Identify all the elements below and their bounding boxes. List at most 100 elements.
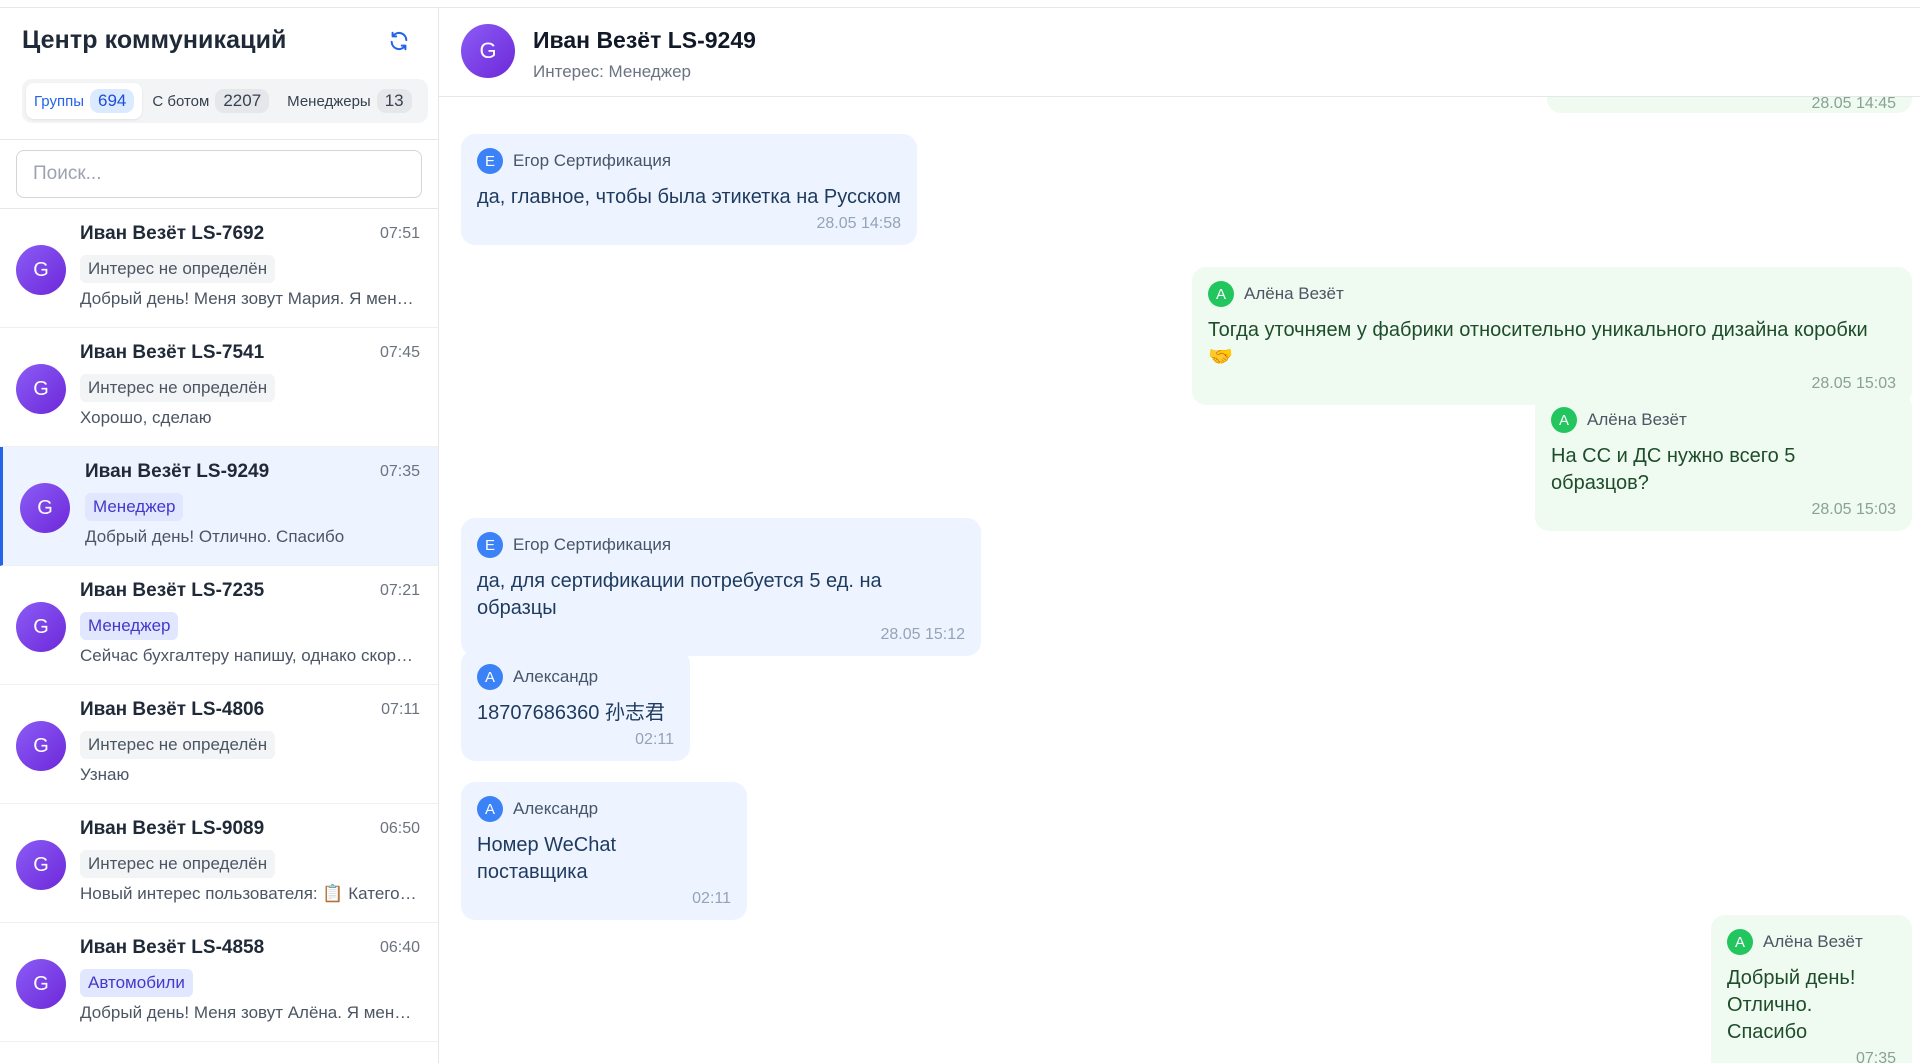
sender-name: Алёна Везёт <box>1587 410 1687 429</box>
sender-avatar: А <box>477 664 503 690</box>
interest-badge: Интерес не определён <box>80 731 276 759</box>
message-text: да, для сертификации потребуется 5 ед. н… <box>477 570 882 619</box>
sender-avatar: А <box>1208 281 1234 307</box>
chat-panel: G Иван Везёт LS-9249 Интерес: Менеджер 2… <box>439 0 1920 1063</box>
message-bubble: А Алёна Везёт Добрый день! Отлично. Спас… <box>1711 915 1912 1063</box>
message-bubble: А Алёна Везёт На СС и ДС нужно всего 5 о… <box>1535 393 1912 531</box>
chat-preview: Хорошо, сделаю <box>80 408 212 427</box>
message-time: 28.05 15:12 <box>880 626 965 643</box>
message-bubble: А Александр Номер WeChat поставщика 02:1… <box>461 782 747 920</box>
message-list: 28.05 14:45 Е Егор Сертификация да, глав… <box>439 97 1920 1063</box>
avatar: G <box>461 24 515 78</box>
sender-name: Александр <box>513 667 599 686</box>
interest-badge: Интерес не определён <box>80 255 276 283</box>
message-text: да, главное, чтобы была этикетка на Русс… <box>477 186 901 208</box>
sender-avatar: Е <box>477 148 503 174</box>
interest-badge: Менеджер <box>85 493 184 521</box>
chat-list-item[interactable]: G Иван Везёт LS-9089 06:50 Интерес не оп… <box>0 804 438 923</box>
tab-count: 2207 <box>215 89 270 113</box>
avatar: G <box>16 364 66 414</box>
sender-name: Алёна Везёт <box>1763 932 1863 951</box>
avatar: G <box>16 602 66 652</box>
message-text: На СС и ДС нужно всего 5 образцов? <box>1551 445 1796 494</box>
interest-badge: Автомобили <box>80 969 193 997</box>
message-time: 28.05 15:03 <box>1811 375 1896 392</box>
chat-subtitle: Интерес: Менеджер <box>533 62 691 81</box>
chat-name: Иван Везёт LS-9089 <box>80 818 265 839</box>
message-time: 07:35 <box>1855 1050 1896 1063</box>
sender-avatar: А <box>477 796 503 822</box>
chat-list-item[interactable]: G Иван Везёт LS-7235 07:21 Менеджер Сейч… <box>0 566 438 685</box>
search-container <box>0 140 438 209</box>
sender-name: Егор Сертификация <box>513 151 672 170</box>
message-text: Тогда уточняем у фабрики относительно ун… <box>1208 319 1868 368</box>
tab-label: Группы <box>34 92 84 110</box>
chat-time: 07:51 <box>379 225 420 242</box>
chat-name: Иван Везёт LS-4806 <box>80 699 265 720</box>
sidebar: Центр коммуникаций Группы 694 С ботом 22… <box>0 0 439 1063</box>
sidebar-header: Центр коммуникаций Группы 694 С ботом 22… <box>0 0 438 140</box>
message-bubble: А Александр 18707686360 孙志君 02:11 <box>461 650 690 761</box>
chat-time: 06:50 <box>379 820 420 837</box>
chat-list-item[interactable]: G Иван Везёт LS-4858 06:40 Автомобили До… <box>0 923 438 1042</box>
tab-label: С ботом <box>152 92 210 110</box>
top-border <box>0 0 1920 8</box>
message-bubble: Е Егор Сертификация да, главное, чтобы б… <box>461 134 917 245</box>
chat-list-item[interactable]: G Иван Везёт LS-7692 07:51 Интерес не оп… <box>0 209 438 328</box>
chat-time: 06:40 <box>379 939 420 956</box>
refresh-icon[interactable] <box>386 28 412 54</box>
chat-preview: Новый интерес пользователя: 📋 Категория <box>80 884 420 903</box>
message-time: 28.05 14:58 <box>816 215 901 232</box>
sender-name: Алёна Везёт <box>1244 284 1344 303</box>
chat-name: Иван Везёт LS-9249 <box>85 461 270 482</box>
chat-time: 07:21 <box>379 582 420 599</box>
message-text: Добрый день! Отлично. Спасибо <box>1727 967 1856 1043</box>
chat-list: G Иван Везёт LS-7692 07:51 Интерес не оп… <box>0 209 438 1063</box>
chat-time: 07:11 <box>381 701 420 718</box>
avatar: G <box>16 245 66 295</box>
avatar: G <box>16 721 66 771</box>
interest-badge: Интерес не определён <box>80 374 276 402</box>
message-text: 18707686360 孙志君 <box>477 702 665 724</box>
message-bubble: Е Егор Сертификация да, для сертификации… <box>461 518 981 656</box>
message-bubble: А Алёна Везёт Тогда уточняем у фабрики о… <box>1192 267 1912 405</box>
chat-preview: Сейчас бухгалтеру напишу, однако скорее … <box>80 646 420 665</box>
message-text: Номер WeChat поставщика <box>477 834 617 883</box>
app: Центр коммуникаций Группы 694 С ботом 22… <box>0 0 1920 1063</box>
chat-time: 07:35 <box>379 463 420 480</box>
chat-name: Иван Везёт LS-4858 <box>80 937 265 958</box>
tab-with-bot[interactable]: С ботом 2207 <box>144 83 277 119</box>
tab-count: 13 <box>376 89 412 113</box>
chat-list-item[interactable]: G Иван Везёт LS-7541 07:45 Интерес не оп… <box>0 328 438 447</box>
chat-name: Иван Везёт LS-7692 <box>80 223 265 244</box>
interest-badge: Менеджер <box>80 612 179 640</box>
search-input[interactable] <box>16 150 422 198</box>
message-time: 02:11 <box>635 731 674 748</box>
avatar: G <box>16 840 66 890</box>
avatar: G <box>20 483 70 533</box>
chat-title: Иван Везёт LS-9249 <box>533 27 756 53</box>
message-time: 02:11 <box>692 890 731 907</box>
tab-count: 694 <box>89 89 135 113</box>
chat-preview: Добрый день! Отлично. Спасибо <box>85 527 345 546</box>
filter-tabs: Группы 694 С ботом 2207 Менеджеры 13 <box>22 79 428 123</box>
message-time: 28.05 15:03 <box>1811 501 1896 518</box>
chat-preview: Узнаю <box>80 765 130 784</box>
sender-avatar: Е <box>477 532 503 558</box>
chat-preview: Добрый день! Меня зовут Алёна. Я менедже… <box>80 1003 420 1022</box>
sender-name: Александр <box>513 799 599 818</box>
chat-list-item[interactable]: G Иван Везёт LS-4806 07:11 Интерес не оп… <box>0 685 438 804</box>
tab-managers[interactable]: Менеджеры 13 <box>279 83 419 119</box>
sender-avatar: А <box>1551 407 1577 433</box>
tab-groups[interactable]: Группы 694 <box>26 83 143 119</box>
chat-list-item-selected[interactable]: G Иван Везёт LS-9249 07:35 Менеджер Добр… <box>0 447 438 566</box>
interest-badge: Интерес не определён <box>80 850 276 878</box>
message-time: 28.05 14:45 <box>1811 97 1896 112</box>
tab-label: Менеджеры <box>287 92 371 110</box>
chat-preview: Добрый день! Меня зовут Мария. Я менедже… <box>80 289 420 308</box>
message-bubble: 28.05 14:45 <box>1547 97 1912 113</box>
chat-name: Иван Везёт LS-7541 <box>80 342 265 363</box>
chat-header: G Иван Везёт LS-9249 Интерес: Менеджер <box>439 0 1920 97</box>
sender-avatar: А <box>1727 929 1753 955</box>
sender-name: Егор Сертификация <box>513 535 672 554</box>
